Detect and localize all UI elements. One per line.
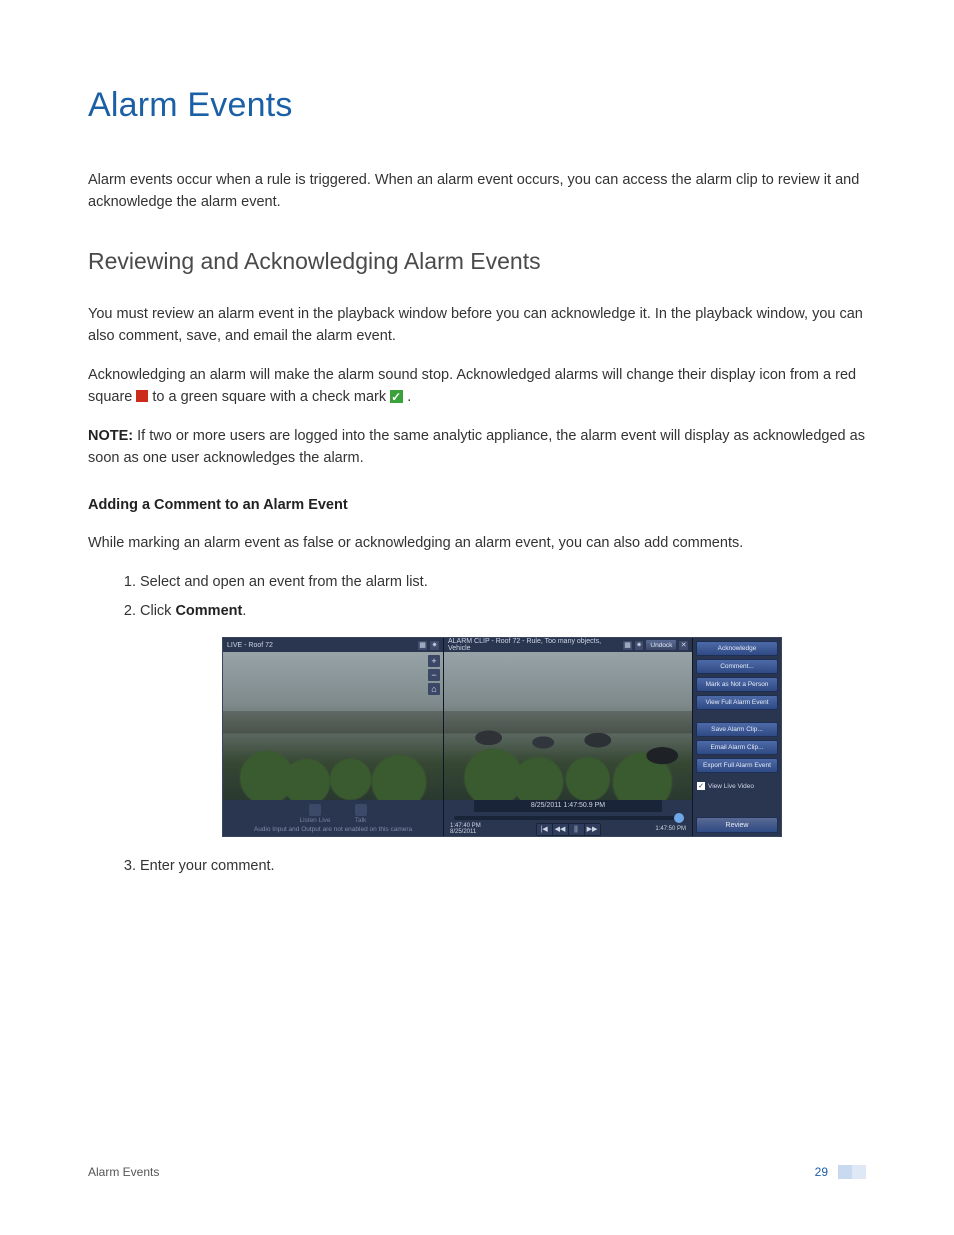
playback-end-time: 1:47:50 PM <box>655 826 686 833</box>
audio-disabled-message: Audio Input and Output are not enabled o… <box>254 826 412 833</box>
microphone-icon <box>355 804 367 816</box>
playback-timestamp: 8/25/2011 1:47:50.9 PM <box>474 800 662 812</box>
live-pane-titlebar: LIVE - Roof 72 ▦ ✷ <box>223 638 443 652</box>
text-run: . <box>407 389 411 405</box>
playback-controls: |◀ ◀◀ || ▶▶ <box>536 823 601 836</box>
subheading-text: Adding a Comment to an Alarm Event <box>88 497 348 513</box>
note-body: If two or more users are logged into the… <box>88 428 865 466</box>
talk-label: Talk <box>355 817 367 824</box>
speaker-icon <box>309 804 321 816</box>
section-heading: Reviewing and Acknowledging Alarm Events <box>88 248 866 275</box>
clip-pane-titlebar: ALARM CLIP - Roof 72 - Rule, Too many ob… <box>444 638 692 652</box>
comment-button[interactable]: Comment... <box>696 659 778 674</box>
note-paragraph: NOTE: If two or more users are logged in… <box>88 425 866 470</box>
email-alarm-clip-button[interactable]: Email Alarm Clip... <box>696 740 778 755</box>
subheading: Adding a Comment to an Alarm Event <box>88 494 866 516</box>
embedded-screenshot: LIVE - Roof 72 ▦ ✷ + − ⌂ <box>222 637 782 837</box>
close-icon[interactable]: ✕ <box>679 641 688 650</box>
footer-decoration-icon <box>838 1165 866 1179</box>
text-run: to a green square with a check mark <box>152 389 390 405</box>
zoom-out-button[interactable]: − <box>428 669 440 681</box>
live-pane-title: LIVE - Roof 72 <box>227 642 273 649</box>
zoom-controls: + − ⌂ <box>428 655 440 695</box>
titlebar-icon[interactable]: ▦ <box>623 641 632 650</box>
view-full-alarm-button[interactable]: View Full Alarm Event <box>696 695 778 710</box>
acknowledge-button[interactable]: Acknowledge <box>696 641 778 656</box>
action-buttons-group-2: Save Alarm Clip... Email Alarm Clip... E… <box>693 719 781 776</box>
undock-button[interactable]: Undock <box>646 640 676 650</box>
body-paragraph: You must review an alarm event in the pl… <box>88 303 866 348</box>
live-audio-bar: Listen Live Talk Audio Input and Output … <box>223 800 443 836</box>
titlebar-icon[interactable]: ▦ <box>418 641 427 650</box>
green-check-square-icon <box>390 390 403 403</box>
action-sidebar: Acknowledge Comment... Mark as Not a Per… <box>693 638 781 836</box>
end-time-value: 1:47:50 PM <box>655 826 686 833</box>
listen-live-button[interactable]: Listen Live <box>299 804 330 824</box>
pause-button[interactable]: || <box>569 824 584 835</box>
comment-bold: Comment <box>175 603 242 619</box>
start-date-value: 8/25/2011 <box>450 829 481 836</box>
list-item: Enter your comment. <box>140 855 866 878</box>
zoom-in-button[interactable]: + <box>428 655 440 667</box>
ordered-steps-continued: Enter your comment. <box>88 855 866 878</box>
mark-not-person-button[interactable]: Mark as Not a Person <box>696 677 778 692</box>
playback-slider[interactable] <box>454 816 682 820</box>
listen-live-label: Listen Live <box>299 817 330 824</box>
action-buttons-group: Acknowledge Comment... Mark as Not a Per… <box>693 638 781 713</box>
talk-button[interactable]: Talk <box>355 804 367 824</box>
text-run: . <box>242 603 246 619</box>
playback-start-time: 1:47:40 PM 8/25/2011 <box>450 823 481 836</box>
page-title: Alarm Events <box>88 86 866 125</box>
playback-bar: 8/25/2011 1:47:50.9 PM 1:47:40 PM 8/25/2… <box>444 800 692 836</box>
note-label: NOTE: <box>88 428 133 444</box>
review-button[interactable]: Review <box>696 817 778 833</box>
export-full-alarm-button[interactable]: Export Full Alarm Event <box>696 758 778 773</box>
rewind-button[interactable]: ◀◀ <box>553 824 568 835</box>
clip-video-view[interactable] <box>444 652 692 800</box>
view-live-video-checkbox[interactable]: ✓ View Live Video <box>693 776 781 800</box>
view-live-video-label: View Live Video <box>708 783 754 790</box>
save-alarm-clip-button[interactable]: Save Alarm Clip... <box>696 722 778 737</box>
body-paragraph: While marking an alarm event as false or… <box>88 532 866 554</box>
live-video-view[interactable]: + − ⌂ <box>223 652 443 800</box>
settings-icon[interactable]: ✷ <box>430 641 439 650</box>
body-paragraph: Acknowledging an alarm will make the ala… <box>88 364 866 409</box>
intro-paragraph: Alarm events occur when a rule is trigge… <box>88 169 866 214</box>
checkbox-icon: ✓ <box>697 782 705 790</box>
ordered-steps: Select and open an event from the alarm … <box>88 571 866 623</box>
settings-icon[interactable]: ✷ <box>635 641 644 650</box>
text-run: Click <box>140 603 175 619</box>
red-square-icon <box>136 390 148 402</box>
page-footer: Alarm Events 29 <box>88 1165 866 1179</box>
review-area: Review <box>693 814 781 836</box>
start-time-value: 1:47:40 PM <box>450 823 481 830</box>
list-item: Select and open an event from the alarm … <box>140 571 866 594</box>
footer-page-number: 29 <box>815 1165 828 1179</box>
skip-start-button[interactable]: |◀ <box>537 824 552 835</box>
forward-button[interactable]: ▶▶ <box>585 824 600 835</box>
clip-pane-title: ALARM CLIP - Roof 72 - Rule, Too many ob… <box>448 638 617 652</box>
footer-section-name: Alarm Events <box>88 1165 159 1179</box>
zoom-home-button[interactable]: ⌂ <box>428 683 440 695</box>
list-item: Click Comment. <box>140 600 866 623</box>
